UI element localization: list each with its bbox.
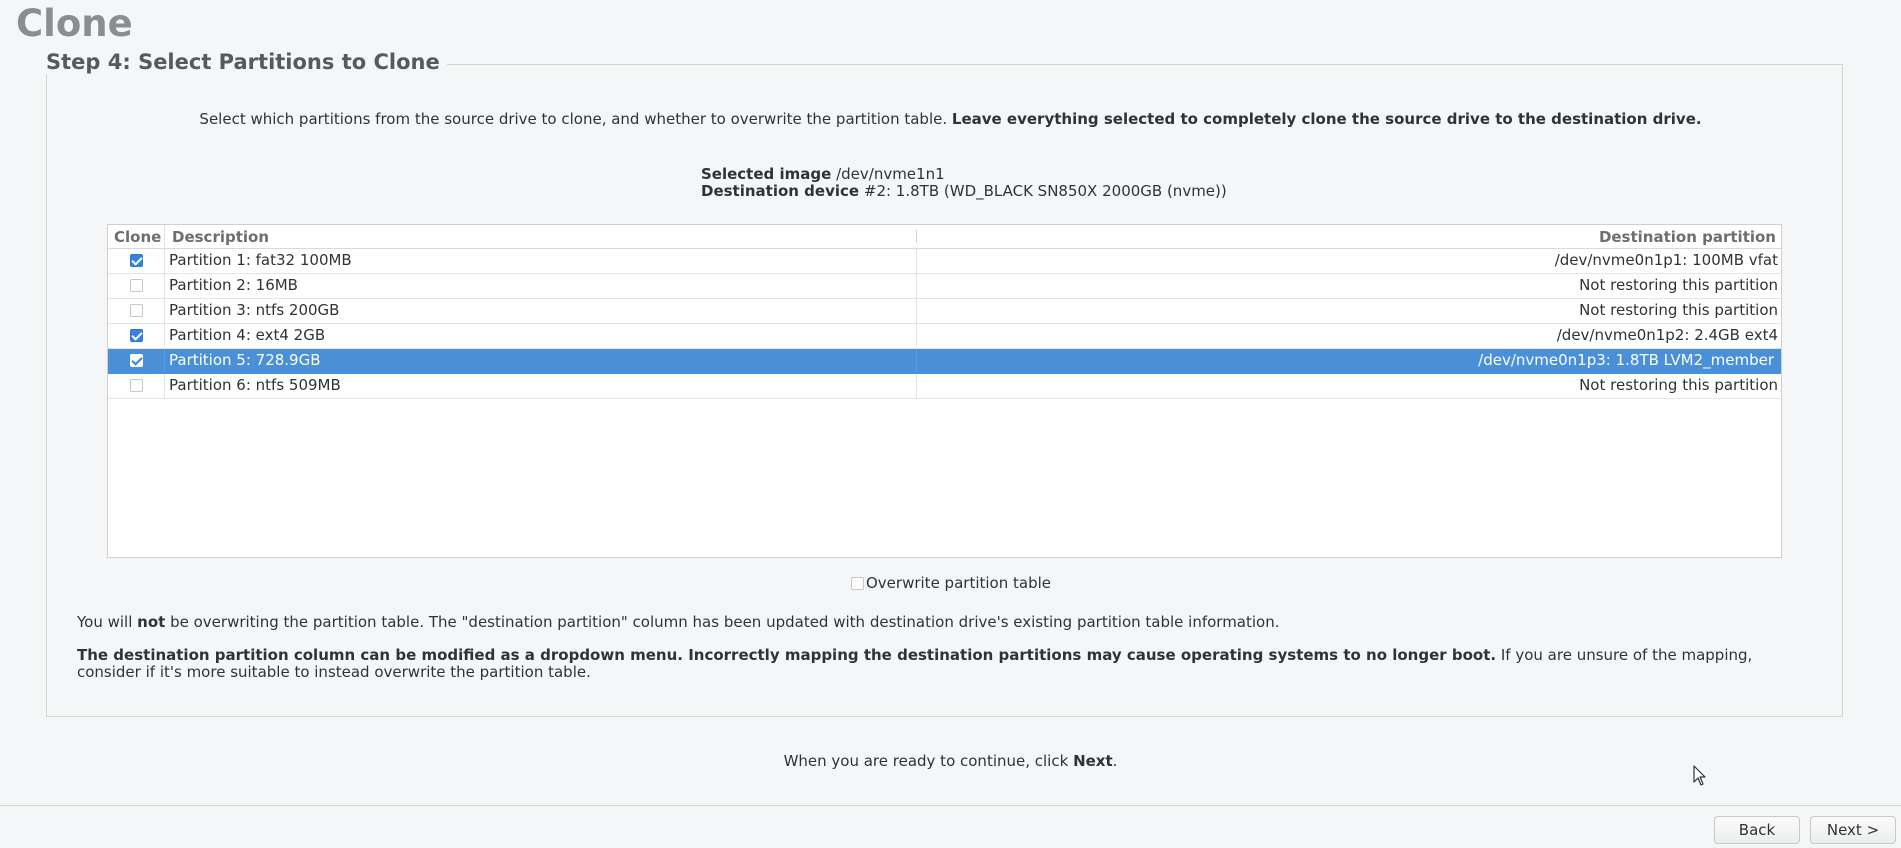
destination-device-line: Destination device #2: 1.8TB (WD_BLACK S… bbox=[701, 183, 1227, 200]
bottom-divider bbox=[0, 805, 1901, 806]
column-divider bbox=[916, 299, 917, 323]
selected-image-value: /dev/nvme1n1 bbox=[836, 165, 945, 183]
mouse-pointer-icon bbox=[1693, 765, 1706, 786]
selection-summary: Selected image /dev/nvme1n1 Destination … bbox=[701, 166, 1227, 200]
next-button[interactable]: Next > bbox=[1810, 816, 1896, 844]
header-description[interactable]: Description bbox=[172, 228, 269, 246]
table-row[interactable]: Partition 6: ntfs 509MB Not restoring thi… bbox=[108, 374, 1781, 399]
destination-partition-dropdown[interactable]: Not restoring this partition bbox=[1579, 276, 1778, 294]
destination-device-value: #2: 1.8TB (WD_BLACK SN850X 2000GB (nvme)… bbox=[863, 182, 1227, 200]
clone-checkbox[interactable] bbox=[130, 329, 143, 342]
app-title: Clone bbox=[16, 2, 133, 45]
column-divider bbox=[916, 349, 917, 373]
destination-partition-dropdown[interactable]: /dev/nvme0n1p1: 100MB vfat bbox=[1555, 251, 1778, 269]
continue-bold: Next bbox=[1073, 752, 1113, 770]
dropdown-warning-note: The destination partition column can be … bbox=[77, 647, 1787, 681]
partition-description: Partition 3: ntfs 200GB bbox=[169, 301, 340, 319]
intro-text: Select which partitions from the source … bbox=[0, 110, 1901, 128]
clone-checkbox[interactable] bbox=[130, 304, 143, 317]
checkbox-icon[interactable] bbox=[851, 577, 864, 590]
intro-bold: Leave everything selected to completely … bbox=[951, 110, 1702, 128]
table-body: Partition 1: fat32 100MB/dev/nvme0n1p1: … bbox=[108, 249, 1781, 399]
partition-description: Partition 5: 728.9GB bbox=[169, 351, 321, 369]
step-title: Step 4: Select Partitions to Clone bbox=[46, 50, 447, 74]
header-divider bbox=[164, 225, 165, 248]
column-divider bbox=[164, 299, 165, 323]
table-header: Clone Description Destination partition bbox=[108, 225, 1781, 249]
note-text: be overwriting the partition table. The … bbox=[165, 613, 1280, 631]
column-divider bbox=[916, 249, 917, 273]
table-row[interactable]: Partition 5: 728.9GB/dev/nvme0n1p3: 1.8T… bbox=[108, 349, 1781, 374]
continue-end: . bbox=[1112, 752, 1118, 770]
table-row[interactable]: Partition 4: ext4 2GB/dev/nvme0n1p2: 2.4… bbox=[108, 324, 1781, 349]
selected-image-line: Selected image /dev/nvme1n1 bbox=[701, 166, 1227, 183]
column-divider bbox=[916, 274, 917, 298]
partition-description: Partition 6: ntfs 509MB bbox=[169, 376, 341, 394]
destination-partition-dropdown[interactable]: Not restoring this partition bbox=[1579, 376, 1778, 394]
back-button[interactable]: Back bbox=[1714, 816, 1800, 844]
header-clone[interactable]: Clone bbox=[114, 228, 161, 246]
warning-bold: The destination partition column can be … bbox=[77, 646, 1497, 664]
note-bold: not bbox=[137, 613, 166, 631]
clone-wizard-page: Clone Step 4: Select Partitions to Clone… bbox=[0, 0, 1901, 848]
destination-partition-dropdown[interactable]: /dev/nvme0n1p2: 2.4GB ext4 bbox=[1557, 326, 1778, 344]
column-divider bbox=[164, 374, 165, 398]
selected-image-label: Selected image bbox=[701, 165, 832, 183]
destination-partition-dropdown[interactable]: /dev/nvme0n1p3: 1.8TB LVM2_member bbox=[1478, 351, 1774, 369]
partition-table[interactable]: Clone Description Destination partition … bbox=[107, 224, 1782, 558]
overwrite-label: Overwrite partition table bbox=[866, 574, 1051, 592]
partition-table-note: You will not be overwriting the partitio… bbox=[77, 613, 1280, 631]
column-divider bbox=[916, 374, 917, 398]
partition-description: Partition 2: 16MB bbox=[169, 276, 298, 294]
continue-text: When you are ready to continue, click bbox=[783, 752, 1074, 770]
table-row[interactable]: Partition 1: fat32 100MB/dev/nvme0n1p1: … bbox=[108, 249, 1781, 274]
column-divider bbox=[164, 274, 165, 298]
destination-device-label: Destination device bbox=[701, 182, 860, 200]
intro-regular: Select which partitions from the source … bbox=[199, 110, 948, 128]
clone-checkbox[interactable] bbox=[130, 254, 143, 267]
overwrite-partition-table-checkbox[interactable]: Overwrite partition table bbox=[851, 574, 1051, 592]
table-row[interactable]: Partition 2: 16MB Not restoring this part… bbox=[108, 274, 1781, 299]
header-destination[interactable]: Destination partition bbox=[1599, 228, 1776, 246]
table-row[interactable]: Partition 3: ntfs 200GB Not restoring thi… bbox=[108, 299, 1781, 324]
column-divider bbox=[164, 324, 165, 348]
partition-description: Partition 4: ext4 2GB bbox=[169, 326, 326, 344]
header-divider bbox=[916, 230, 917, 243]
continue-instruction: When you are ready to continue, click Ne… bbox=[0, 752, 1901, 770]
column-divider bbox=[164, 349, 165, 373]
clone-checkbox[interactable] bbox=[130, 379, 143, 392]
column-divider bbox=[164, 249, 165, 273]
column-divider bbox=[916, 324, 917, 348]
partition-description: Partition 1: fat32 100MB bbox=[169, 251, 352, 269]
clone-checkbox[interactable] bbox=[130, 279, 143, 292]
clone-checkbox[interactable] bbox=[130, 354, 143, 367]
note-text: You will bbox=[77, 613, 138, 631]
destination-partition-dropdown[interactable]: Not restoring this partition bbox=[1579, 301, 1778, 319]
